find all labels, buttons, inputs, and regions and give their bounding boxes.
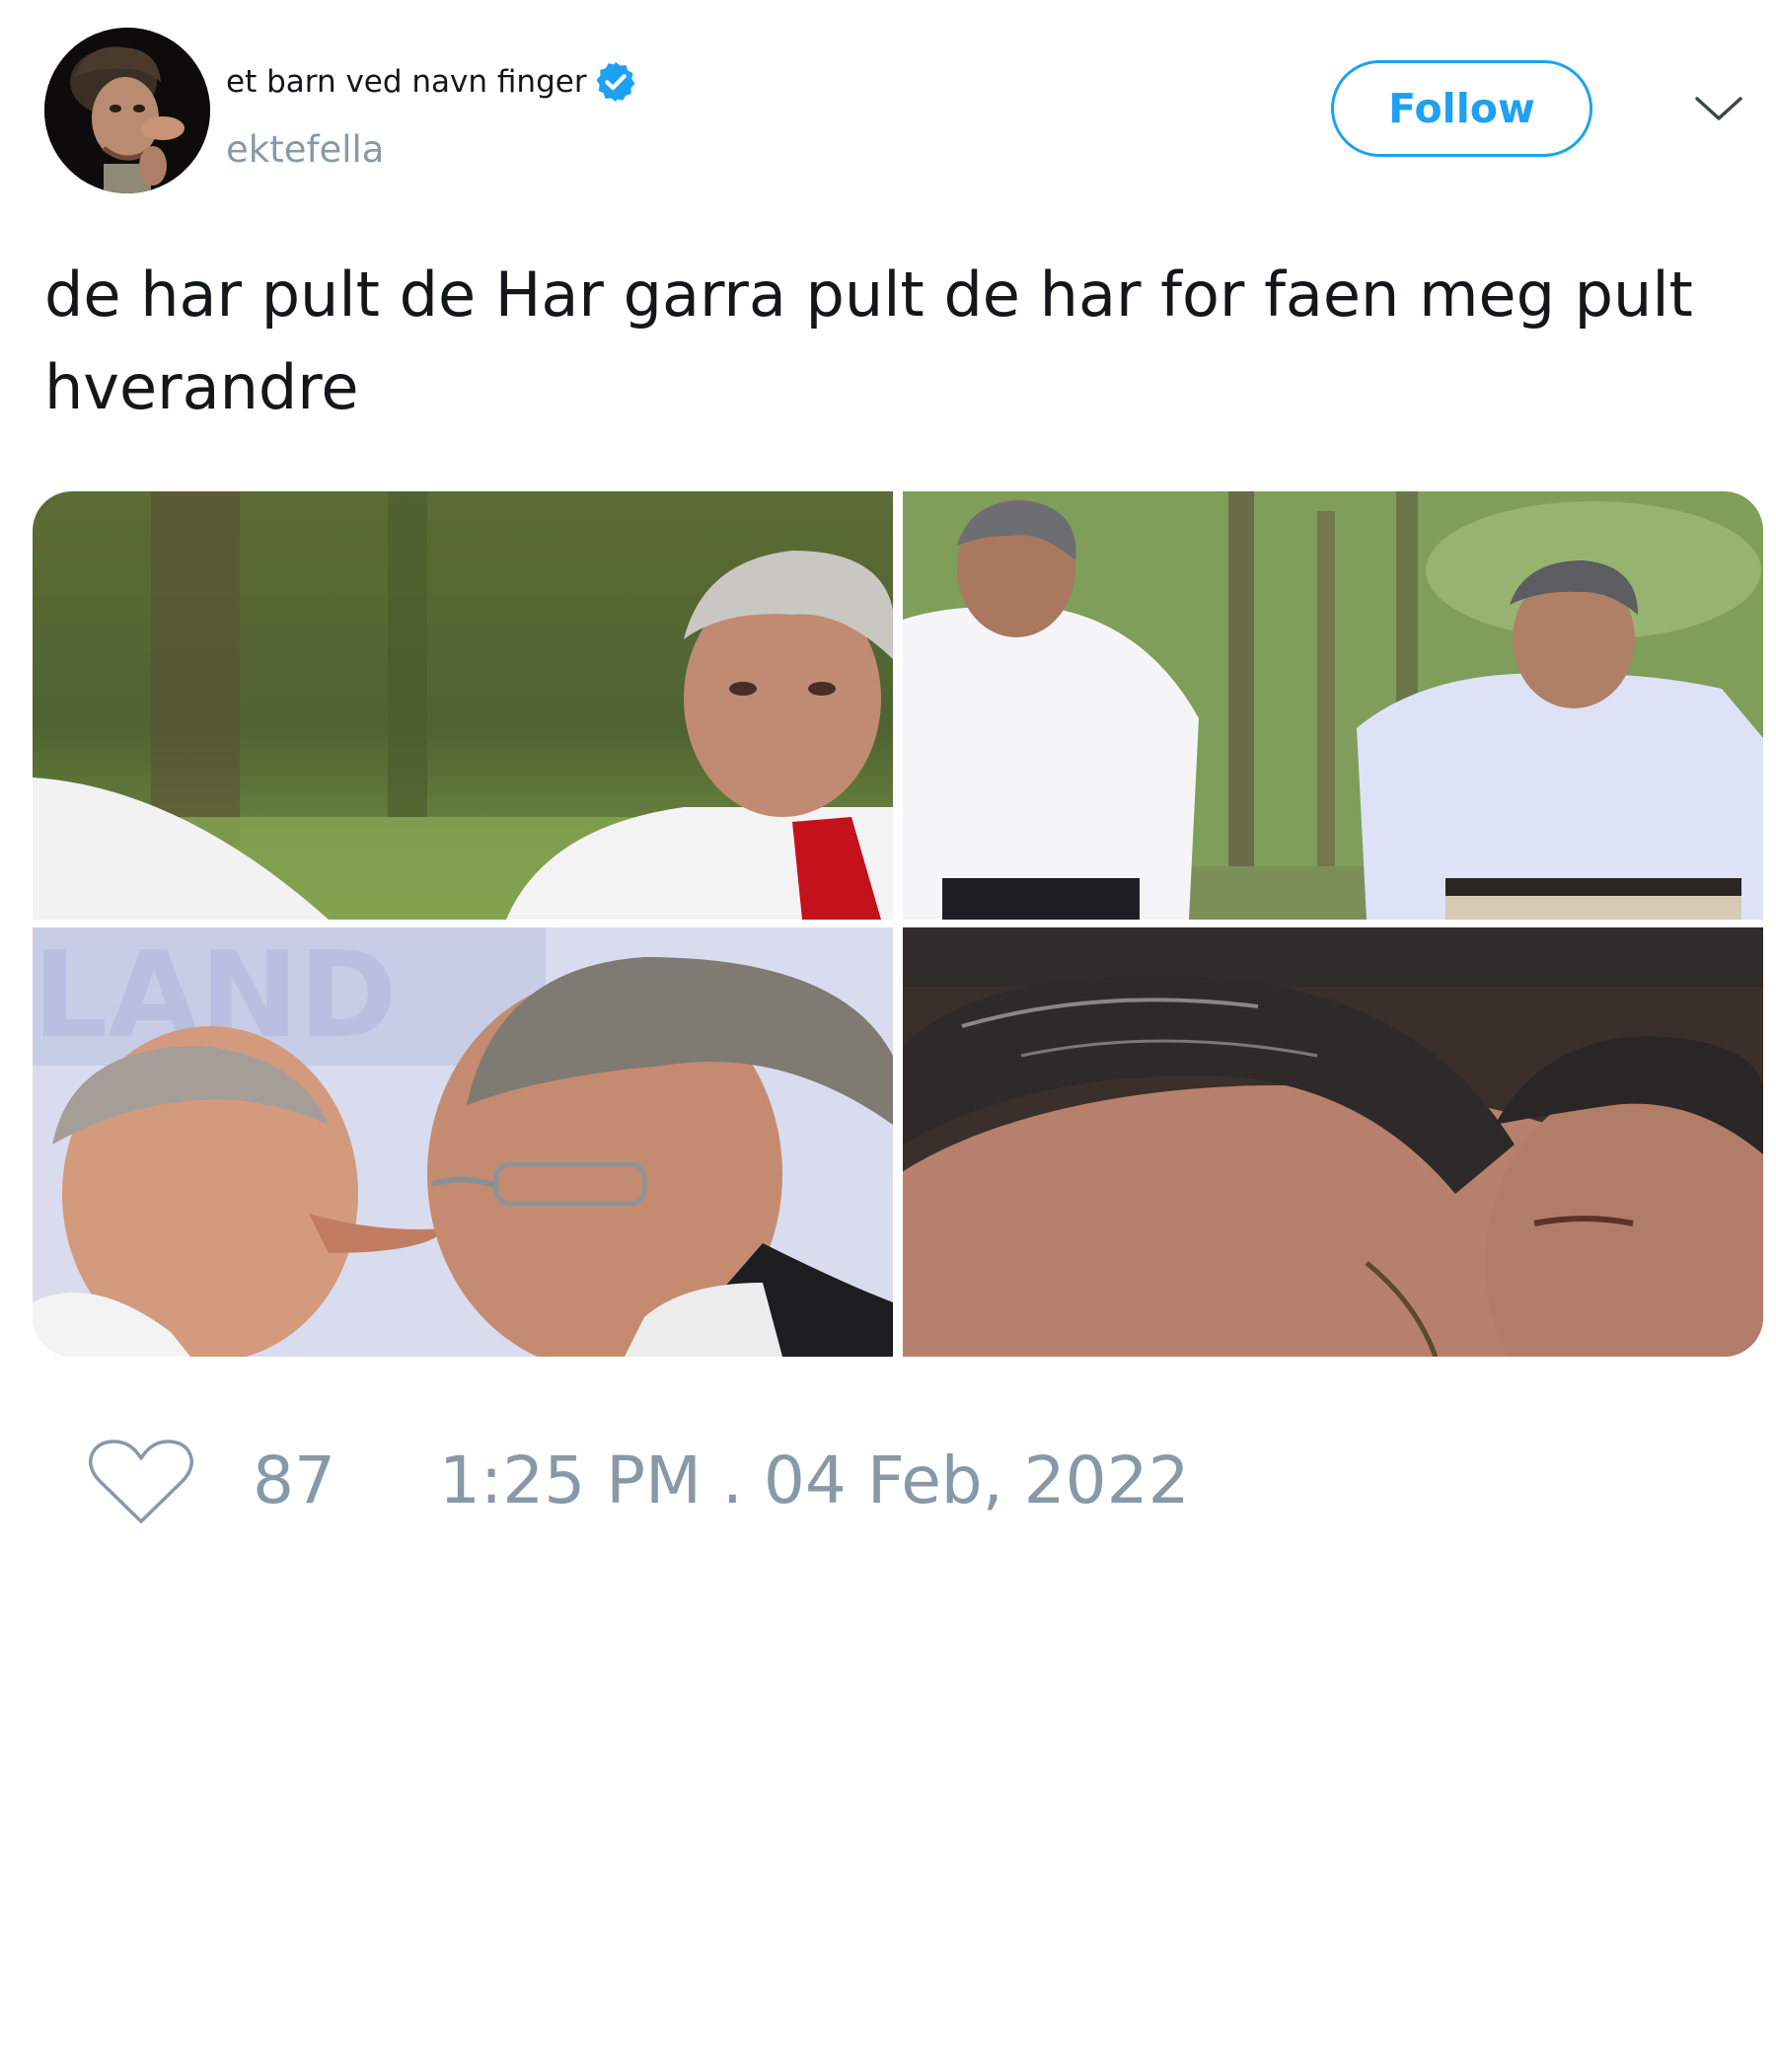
more-options-button[interactable] <box>1693 89 1744 128</box>
photo-two-men-walking-in-woods <box>903 491 1763 920</box>
like-count: 87 <box>253 1443 335 1518</box>
author-name-row: et barn ved navn finger <box>226 59 638 105</box>
follow-button[interactable]: Follow <box>1331 60 1592 157</box>
media-photo-3[interactable]: LAND <box>33 927 893 1357</box>
tweet-text: de har pult de Har garra pult de har for… <box>44 259 1693 423</box>
username[interactable]: ektefella <box>226 128 384 171</box>
media-photo-4[interactable] <box>903 927 1763 1357</box>
avatar[interactable] <box>44 28 210 193</box>
like-button[interactable] <box>87 1437 195 1527</box>
tweet-card: et barn ved navn finger ektefella Follow… <box>0 0 1776 2072</box>
photo-grey-haired-man-red-tie <box>33 491 893 920</box>
media-photo-2[interactable] <box>903 491 1763 920</box>
photo-two-men-face-to-face: LAND <box>33 927 893 1357</box>
caricature-avatar-icon <box>44 28 210 193</box>
media-photo-1[interactable] <box>33 491 893 920</box>
verified-badge-icon <box>596 61 634 103</box>
timestamp[interactable]: 1:25 PM . 04 Feb, 2022 <box>439 1443 1190 1518</box>
media-grid: LAND <box>33 491 1763 1357</box>
heart-icon <box>88 1440 194 1523</box>
chevron-down-icon <box>1695 97 1742 120</box>
photo-closeup-dark-hair <box>903 927 1763 1357</box>
display-name[interactable]: et barn ved navn finger <box>226 64 587 100</box>
